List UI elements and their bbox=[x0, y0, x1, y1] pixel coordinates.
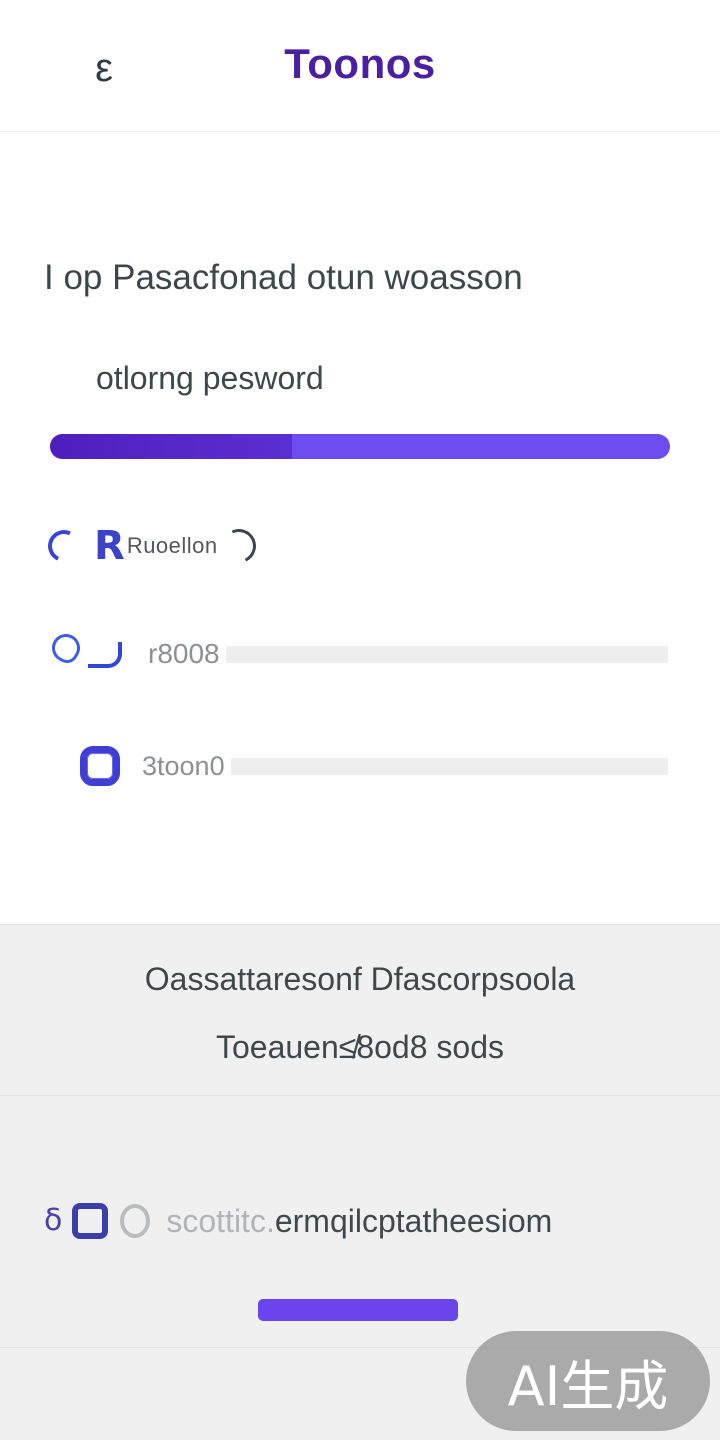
r-letter-icon: R bbox=[94, 523, 125, 569]
header-bar: ε Toonos bbox=[0, 0, 720, 132]
delta-icon: δ bbox=[44, 1203, 63, 1238]
option-row-1[interactable]: R Ruoellon bbox=[43, 520, 261, 572]
option-value-track bbox=[230, 757, 668, 775]
square-icon bbox=[72, 1203, 109, 1239]
footer-link-dark: ermqilcptatheesiom bbox=[274, 1202, 553, 1239]
ring-icon bbox=[80, 746, 120, 786]
option-value-track bbox=[225, 645, 668, 663]
option-value: 3toon0 bbox=[142, 750, 225, 781]
section-title: I op Pasacfonad otun woasson bbox=[44, 258, 523, 297]
password-strength-fill bbox=[50, 434, 292, 459]
option-label: Ruoellon bbox=[126, 533, 218, 558]
footer-info-line-2: Toeauen≰8od8 sods bbox=[215, 1029, 504, 1065]
arc-icon bbox=[43, 525, 85, 567]
footer-divider bbox=[0, 1095, 720, 1096]
option-row-2[interactable]: r8008 bbox=[46, 628, 668, 680]
footer-info-line-1: Oassattaresonf Dfascorpsoola bbox=[144, 961, 576, 997]
fingerprint-icon bbox=[46, 628, 124, 678]
ai-generated-watermark: AI生成 bbox=[466, 1331, 710, 1431]
app-title: Toonos bbox=[284, 40, 436, 87]
app-screen: ε Toonos I op Pasacfonad otun woasson ot… bbox=[0, 0, 720, 1440]
close-arc-icon[interactable] bbox=[216, 524, 261, 568]
password-strength-bar bbox=[50, 434, 670, 459]
option-row-3[interactable]: 3toon0 bbox=[80, 740, 668, 792]
footer-link-light: scottitc. bbox=[166, 1202, 275, 1239]
footer-link-text: scottitc.ermqilcptatheesiom bbox=[166, 1203, 552, 1240]
footer-panel: Oassattaresonf Dfascorpsoola Toeauen≰8od… bbox=[0, 924, 720, 1440]
footer-link-row[interactable]: δ scottitc.ermqilcptatheesiom bbox=[44, 1197, 684, 1245]
password-strength-subtitle: otlorng pesword bbox=[96, 360, 324, 396]
option-value: r8008 bbox=[148, 638, 220, 669]
primary-action-button[interactable] bbox=[258, 1299, 458, 1321]
circle-icon bbox=[120, 1204, 151, 1238]
